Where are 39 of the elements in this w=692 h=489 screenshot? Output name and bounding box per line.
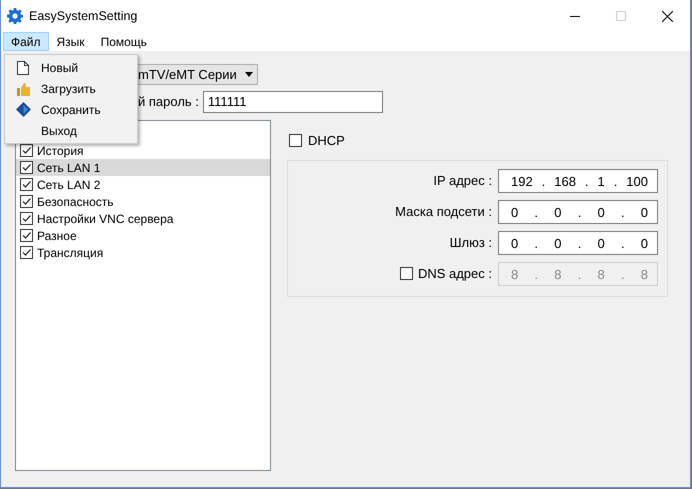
menu-item[interactable]: Файл: [3, 32, 49, 51]
field-label: DNS адрес :: [418, 264, 492, 283]
close-icon[interactable]: [662, 10, 672, 22]
password-label: й пароль :: [138, 93, 199, 112]
list-item[interactable]: История: [16, 142, 270, 159]
window-title: EasySystemSetting: [29, 8, 138, 25]
menu-item[interactable]: Помощь: [92, 32, 155, 51]
checkbox[interactable]: [20, 212, 33, 225]
checkbox[interactable]: [289, 134, 302, 148]
field-label: Маска подсети :: [395, 202, 492, 221]
checkbox[interactable]: [20, 161, 33, 174]
menu-item[interactable]: Выход: [5, 120, 137, 141]
page-icon: [17, 60, 29, 74]
field-label: IP адрес :: [433, 172, 492, 190]
gear-icon: [7, 8, 23, 24]
ip-field[interactable]: 192 . 168 . 1 . 100: [498, 168, 658, 192]
caret-icon: [244, 72, 253, 77]
list-item[interactable]: Разное: [16, 227, 270, 244]
list-item[interactable]: Сеть LAN 2: [16, 176, 270, 193]
list-item[interactable]: Сеть LAN 1: [16, 159, 270, 176]
thumbs-up-icon: [16, 82, 30, 96]
ip-field[interactable]: 0 . 0 . 0 . 0: [498, 230, 658, 254]
checkbox-label: DHCP: [308, 132, 345, 150]
menu-item[interactable]: Язык: [48, 32, 93, 51]
list-item[interactable]: Настройки VNC сервера: [16, 210, 270, 227]
list-item[interactable]: Трансляция: [16, 244, 270, 261]
menu-item[interactable]: Загрузить: [5, 78, 137, 99]
field-label: Шлюз :: [450, 234, 492, 252]
series-dropdown[interactable]: mTV/eMT Серии: [138, 64, 258, 85]
checkbox[interactable]: [20, 178, 33, 191]
checkbox[interactable]: [20, 144, 33, 157]
menu-item[interactable]: Сохранить: [5, 99, 137, 120]
checkbox[interactable]: [20, 229, 33, 242]
checkbox[interactable]: [20, 246, 33, 259]
password-field[interactable]: 111111: [202, 91, 383, 113]
checkbox[interactable]: [20, 195, 33, 208]
ip-field[interactable]: 0 . 0 . 0 . 0: [498, 200, 658, 224]
menu-item[interactable]: Новый: [5, 57, 137, 78]
list-item[interactable]: Безопасность: [16, 193, 270, 210]
